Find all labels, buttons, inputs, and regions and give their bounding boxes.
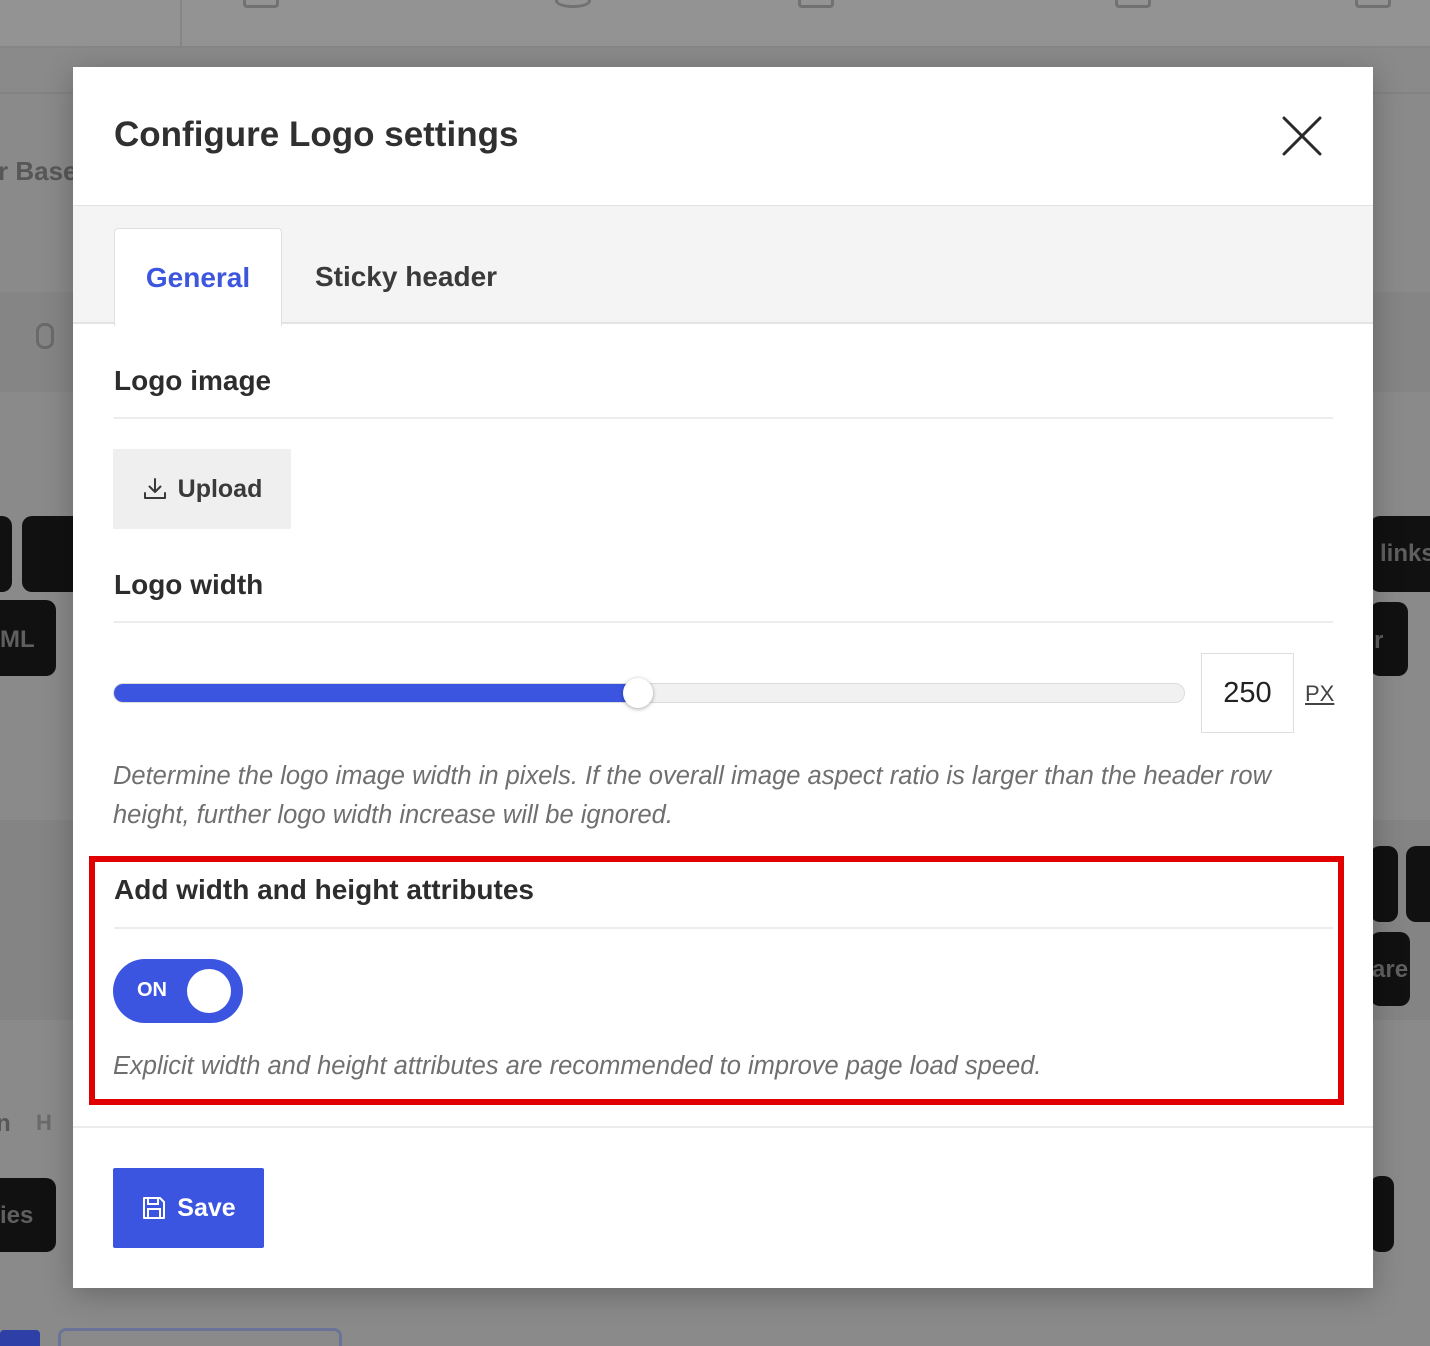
- logo-width-heading: Logo width: [114, 569, 264, 600]
- background-label: H: [36, 1110, 52, 1135]
- background-dark-label: r: [1374, 627, 1384, 654]
- section-divider: [114, 621, 1333, 623]
- logo-width-slider-handle[interactable]: [623, 678, 654, 708]
- tab-sticky-header[interactable]: Sticky header: [297, 228, 515, 326]
- background-toolbar-icon: [1115, 0, 1151, 8]
- attributes-heading: Add width and height attributes: [114, 874, 534, 905]
- background-dark-label: are: [1372, 956, 1409, 983]
- section-divider: [114, 927, 1333, 929]
- modal-title: Configure Logo settings: [114, 115, 519, 154]
- attributes-toggle[interactable]: ON: [113, 959, 243, 1023]
- logo-settings-modal: Configure Logo settings General Sticky h…: [73, 67, 1373, 1288]
- attributes-help-text: Explicit width and height attributes are…: [113, 1052, 1042, 1080]
- close-button[interactable]: [1280, 114, 1324, 158]
- upload-button[interactable]: Upload: [113, 449, 291, 529]
- background-dark-label: links: [1380, 540, 1430, 567]
- background-device-icon: [36, 323, 54, 349]
- background-dark-label: ies: [0, 1202, 34, 1229]
- save-button-label: Save: [177, 1193, 236, 1222]
- floppy-disk-icon: [143, 1197, 166, 1219]
- background-dark-label: ML: [0, 626, 35, 653]
- background-topbar-separator: [180, 0, 182, 48]
- logo-width-slider-fill: [114, 684, 639, 702]
- background-blue-button: [0, 1330, 40, 1346]
- tab-bar: General Sticky header: [73, 206, 1373, 326]
- logo-width-input[interactable]: [1201, 653, 1294, 733]
- section-divider: [114, 417, 1333, 419]
- close-icon: [1282, 116, 1322, 156]
- unit-link[interactable]: PX: [1305, 681, 1334, 707]
- logo-width-slider[interactable]: [113, 678, 1185, 708]
- background-dark-button: [0, 516, 12, 592]
- background-toolbar-icon: [1355, 0, 1391, 8]
- logo-width-help-text: Determine the logo image width in pixels…: [113, 762, 1272, 829]
- background-dark-button: [1370, 1176, 1394, 1252]
- background-outline-button: [58, 1328, 342, 1346]
- background-dark-button: [1406, 846, 1430, 922]
- background-dark-button: [1370, 846, 1398, 922]
- background-label: n: [0, 1110, 11, 1137]
- upload-button-label: Upload: [177, 474, 263, 503]
- background-toolbar-icon: [243, 0, 279, 8]
- footer-divider: [73, 1126, 1373, 1128]
- background-label: r Base: [0, 156, 78, 186]
- modal-header: Configure Logo settings: [73, 67, 1373, 206]
- background-toolbar-icon: [798, 0, 834, 8]
- logo-image-heading: Logo image: [114, 365, 272, 396]
- background-topbar: [0, 0, 1430, 48]
- background-toolbar-icon: [555, 0, 591, 8]
- tab-general[interactable]: General: [114, 228, 282, 326]
- toggle-state-label: ON: [137, 979, 167, 1001]
- toggle-knob: [187, 969, 231, 1013]
- save-button[interactable]: Save: [113, 1168, 264, 1248]
- download-icon: [143, 478, 166, 499]
